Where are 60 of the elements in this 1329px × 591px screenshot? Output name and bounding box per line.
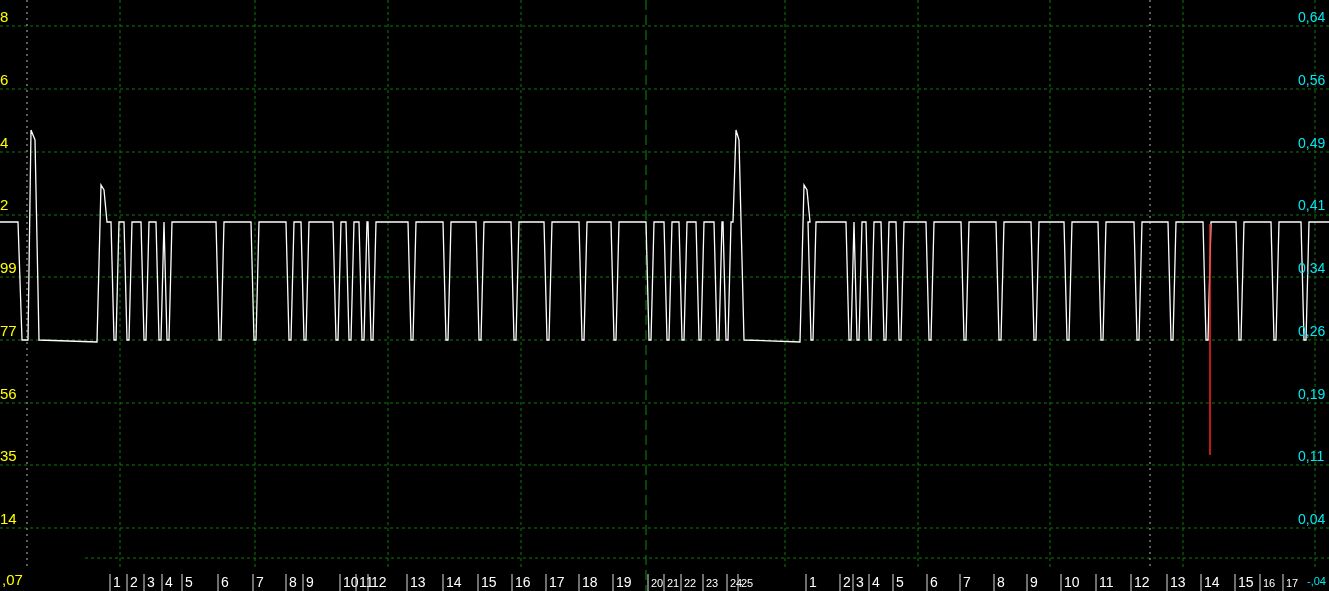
time-label: 13 bbox=[410, 574, 426, 590]
time-label: 11 bbox=[1099, 574, 1114, 590]
time-label: 7 bbox=[256, 574, 264, 590]
axis-label: 99 bbox=[0, 259, 17, 276]
time-label: 10 bbox=[343, 574, 359, 590]
time-label: 15 bbox=[481, 574, 497, 590]
axis-label: 56 bbox=[0, 385, 17, 402]
time-label: 6 bbox=[930, 574, 938, 590]
time-label: 1 bbox=[113, 574, 121, 590]
time-label: 3 bbox=[856, 574, 864, 590]
time-label: 4 bbox=[165, 574, 173, 590]
time-label: 17 bbox=[1286, 577, 1299, 589]
time-label: 3 bbox=[147, 574, 155, 590]
axis-label: 77 bbox=[0, 322, 17, 339]
time-label: 2 bbox=[130, 574, 138, 590]
axis-label: 2 bbox=[0, 196, 9, 213]
time-label: 14 bbox=[446, 574, 462, 590]
axis-label: ,07 bbox=[2, 571, 23, 588]
time-label: 6 bbox=[221, 574, 229, 590]
time-label: 15 bbox=[1238, 574, 1254, 590]
axis-label: 0,64 bbox=[1298, 9, 1326, 25]
time-label: 19 bbox=[616, 574, 632, 590]
time-label: 13 bbox=[1170, 574, 1186, 590]
axis-label: 0,56 bbox=[1298, 72, 1326, 88]
time-label: 21 bbox=[667, 577, 680, 589]
axis-label: 0,41 bbox=[1298, 197, 1326, 213]
time-label: 8 bbox=[997, 574, 1005, 590]
axis-label: 0,04 bbox=[1298, 511, 1326, 527]
time-label: 22 bbox=[684, 577, 697, 589]
time-label: 5 bbox=[185, 574, 193, 590]
time-label: 2 bbox=[843, 574, 851, 590]
axis-label: 0,49 bbox=[1298, 135, 1326, 151]
time-label: 24 bbox=[730, 577, 743, 589]
time-label: 20 bbox=[651, 577, 664, 589]
axis-label: 4 bbox=[0, 134, 9, 151]
time-label: 17 bbox=[549, 574, 565, 590]
time-label: 11 bbox=[359, 574, 374, 590]
axis-label: 8 bbox=[0, 8, 9, 25]
time-label: 16 bbox=[1263, 577, 1276, 589]
time-label: 12 bbox=[1134, 574, 1150, 590]
time-label: 23 bbox=[706, 577, 719, 589]
time-label: 14 bbox=[1204, 574, 1220, 590]
time-label: 16 bbox=[515, 574, 531, 590]
time-label: 12 bbox=[371, 574, 387, 590]
axis-label: 35 bbox=[0, 447, 17, 464]
time-label: 18 bbox=[582, 574, 598, 590]
axis-label: 0,11 bbox=[1298, 448, 1325, 464]
time-label: 25 bbox=[741, 577, 754, 589]
axis-label: 14 bbox=[0, 510, 17, 527]
time-label: 1 bbox=[809, 574, 817, 590]
axis-label: -,04 bbox=[1307, 575, 1326, 587]
time-label: 7 bbox=[963, 574, 971, 590]
time-label: 9 bbox=[306, 574, 314, 590]
time-label: 4 bbox=[872, 574, 880, 590]
axis-label: 6 bbox=[0, 71, 9, 88]
time-label: 5 bbox=[896, 574, 904, 590]
time-label: 8 bbox=[289, 574, 297, 590]
axis-label: 0,19 bbox=[1298, 386, 1326, 402]
time-label: 10 bbox=[1064, 574, 1080, 590]
time-label: 9 bbox=[1030, 574, 1038, 590]
